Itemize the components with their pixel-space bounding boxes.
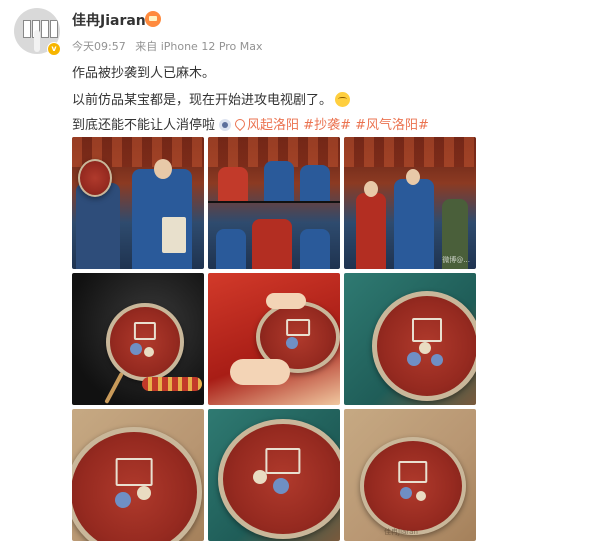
topic-avatar-icon xyxy=(219,119,232,131)
post-text-line-2: 以前仿品某宝都是，现在开始进攻电视剧了。 xyxy=(72,89,351,108)
post-text-line-3: 到底还能不能让人消停啦 风起洛阳 #抄袭# #风气洛阳# xyxy=(72,114,429,133)
hashtag-link[interactable]: #风气洛阳# xyxy=(355,118,429,133)
location-pin-icon xyxy=(232,116,248,132)
photo-fan-held-red-dress[interactable] xyxy=(208,273,340,405)
post-text-line-2-text: 以前仿品某宝都是，现在开始进攻电视剧了。 xyxy=(72,93,333,108)
photo-drama-still-collage[interactable] xyxy=(208,137,340,269)
photo-drama-still-ceremony[interactable]: 微博@... xyxy=(344,137,476,269)
post-time[interactable]: 今天09:57 xyxy=(72,40,126,53)
photo-watermark: 佳冉Jiaran xyxy=(384,528,418,536)
photo-grid: 微博@... 佳冉Jiaran xyxy=(72,137,476,546)
photo-fan-closeup-teal[interactable] xyxy=(208,409,340,541)
username[interactable]: 佳冉Jiaran xyxy=(72,10,146,30)
pleading-emoji-icon xyxy=(335,92,351,107)
photo-fan-on-dark-background[interactable] xyxy=(72,273,204,405)
weibo-post: v 佳冉Jiaran 今天09:57 来自 iPhone 12 Pro Max … xyxy=(0,0,591,556)
post-source: 来自 iPhone 12 Pro Max xyxy=(135,40,263,53)
photo-fan-on-tan-paper[interactable]: 佳冉Jiaran xyxy=(344,409,476,541)
post-text-line-1: 作品被抄袭到人已麻木。 xyxy=(72,66,216,81)
location-link[interactable]: 风起洛阳 xyxy=(247,118,299,133)
hashtag-link[interactable]: #抄袭# xyxy=(303,118,351,133)
post-text-line-3-text: 到底还能不能让人消停啦 xyxy=(72,118,216,133)
photo-drama-still-bride-fan[interactable] xyxy=(72,137,204,269)
post-meta: 今天09:57 来自 iPhone 12 Pro Max xyxy=(72,38,263,54)
photo-watermark: 微博@... xyxy=(442,256,470,264)
verified-badge-icon: v xyxy=(47,42,61,56)
member-crown-icon[interactable] xyxy=(145,11,161,27)
photo-fan-on-teal-cloth[interactable] xyxy=(344,273,476,405)
photo-fan-closeup-tan[interactable] xyxy=(72,409,204,541)
